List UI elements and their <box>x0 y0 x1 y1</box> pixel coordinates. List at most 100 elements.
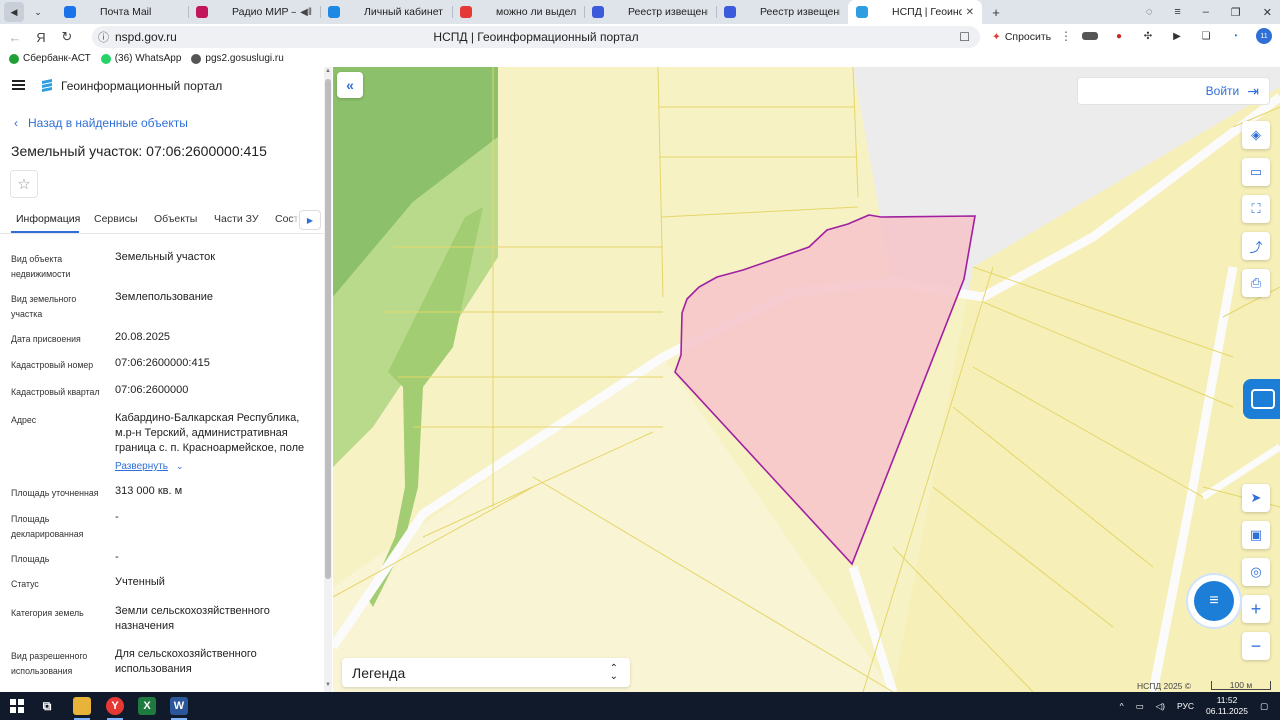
profile-icon[interactable]: ◌ <box>1146 6 1153 18</box>
site-info-icon[interactable]: ⓘ <box>98 29 109 45</box>
tabs-dropdown-icon[interactable]: ⌄ <box>28 2 48 22</box>
ask-icon: ✦ <box>992 31 1001 43</box>
back-arrow-icon[interactable]: ← <box>2 30 28 45</box>
hamburger-menu-icon[interactable] <box>12 80 25 90</box>
browser-tab[interactable]: Реестр извещений <box>716 0 848 24</box>
field-label: Вид объекта недвижимости <box>11 254 71 279</box>
panel-scrollbar[interactable]: ▲ ▼ <box>324 67 332 692</box>
field-label: Площадь декларированная <box>11 514 84 539</box>
scroll-thumb[interactable] <box>325 79 331 579</box>
extension-icon[interactable] <box>1082 32 1098 40</box>
layers-button[interactable]: ◈ <box>1242 121 1270 149</box>
print-button[interactable]: ⎙ <box>1242 269 1270 297</box>
radio-icon <box>196 6 208 18</box>
word-icon[interactable]: W <box>170 697 188 715</box>
browser-tab[interactable]: Почта Mail <box>56 0 188 24</box>
language-indicator[interactable]: РУС <box>1177 701 1194 711</box>
login-button[interactable]: Войти ⇥ <box>1077 77 1270 105</box>
login-icon: ⇥ <box>1247 82 1259 99</box>
tab-media-controls[interactable]: ◀‖ <box>300 7 312 18</box>
notifications-icon[interactable]: ▢ <box>1260 701 1268 712</box>
network-icon[interactable]: ▭ <box>1136 701 1144 712</box>
browser-tab[interactable]: НСПД | Геоинформац ✕ <box>848 0 982 24</box>
ruler-button[interactable]: ▭ <box>1242 158 1270 186</box>
windows-taskbar: ⧉ Y X W ^ ▭ ◁) РУС 11:52 06.11.2025 ▢ <box>0 692 1280 720</box>
bookmark-item[interactable]: (36) WhatsApp <box>100 53 181 64</box>
tab-title: Реестр извещений <box>628 6 708 18</box>
geolocation-button[interactable]: ◎ <box>1242 558 1270 586</box>
ask-button[interactable]: ✦ Спросить <box>986 28 1057 46</box>
search-result-icon <box>460 6 472 18</box>
volume-icon[interactable]: ◁) <box>1156 701 1165 712</box>
bookmark-item[interactable]: Сбербанк-АСТ <box>9 53 91 64</box>
feedback-tab[interactable] <box>1243 379 1280 419</box>
excel-icon[interactable]: X <box>138 697 156 715</box>
close-tab-icon[interactable]: ✕ <box>966 7 974 18</box>
bookmark-item[interactable]: pgs2.gosuslugi.ru <box>191 53 284 64</box>
tab-objects[interactable]: Объекты <box>154 213 197 225</box>
navigate-button[interactable]: ➤ <box>1242 484 1270 512</box>
tab-title: Радио МИР — слуш <box>232 6 296 18</box>
bookmark-favicon-icon <box>100 53 111 64</box>
map-view[interactable]: « Войти ⇥ ◈ ▭ ⛶ ⤴ ⎙ ➤ ▣ ◎ + − ≡ Легенда … <box>333 67 1280 692</box>
field-label: Дата присвоения <box>11 334 81 344</box>
file-explorer-icon[interactable] <box>73 697 91 715</box>
browser-tab[interactable]: Личный кабинет <box>320 0 452 24</box>
tab-services[interactable]: Сервисы <box>94 213 138 225</box>
puzzle-icon[interactable]: ✣ <box>1140 28 1156 44</box>
close-window-button[interactable]: ✕ <box>1263 6 1272 19</box>
zoom-out-button[interactable]: − <box>1242 632 1270 660</box>
expand-collapse-icon: ⌃ ⌄ <box>609 662 618 682</box>
map-canvas[interactable] <box>333 67 1280 692</box>
collapse-panel-button[interactable]: « <box>337 72 363 98</box>
share-button[interactable]: ⤴ <box>1242 232 1270 260</box>
minimap-button[interactable]: ▣ <box>1242 521 1270 549</box>
reload-icon[interactable]: ↻ <box>54 29 80 45</box>
share-icon: ⤴ <box>1249 239 1263 255</box>
bookmark-icon[interactable]: ☐ <box>959 30 970 44</box>
tray-overflow-icon[interactable]: ^ <box>1120 701 1124 711</box>
field-label: Категория земель <box>11 608 84 618</box>
url-field[interactable]: ⓘ nspd.gov.ru НСПД | Геоинформационный п… <box>92 26 980 48</box>
legend-dropdown[interactable]: Легенда ⌃ ⌄ <box>342 658 630 687</box>
tab-parts[interactable]: Части ЗУ <box>214 213 259 225</box>
expand-address-link[interactable]: Развернуть ⌄ <box>115 461 184 472</box>
extension-red-icon[interactable]: ● <box>1111 28 1127 44</box>
browser-tab[interactable]: можно ли выделить доле <box>452 0 584 24</box>
browser-tab[interactable]: Радио МИР — слуш ◀‖ <box>188 0 320 24</box>
clock[interactable]: 11:52 06.11.2025 <box>1206 695 1248 717</box>
tab-title: Почта Mail <box>100 6 152 18</box>
new-tab-button[interactable]: + <box>988 4 1004 20</box>
tab-title: Реестр извещений <box>760 6 840 18</box>
favorite-star-icon[interactable]: ☆ <box>10 170 38 198</box>
navigate-arrow-icon: ➤ <box>1250 490 1262 505</box>
page-title: НСПД | Геоинформационный портал <box>433 30 639 44</box>
browser-tab[interactable]: Реестр извещений <box>584 0 716 24</box>
url-text: nspd.gov.ru <box>115 30 177 44</box>
media-icon[interactable]: ▶ <box>1169 28 1185 44</box>
minimize-button[interactable]: – <box>1203 6 1209 18</box>
zoom-in-button[interactable]: + <box>1242 595 1270 623</box>
portal-title: Геоинформационный портал <box>61 79 223 93</box>
notifications-icon[interactable]: ◔ <box>1227 28 1243 44</box>
yandex-logo-icon[interactable]: Я <box>28 30 54 45</box>
address-bar-row: ← Я ↻ ⓘ nspd.gov.ru НСПД | Геоинформацио… <box>0 24 1280 50</box>
task-view-icon[interactable]: ⧉ <box>38 697 56 715</box>
bookmark-label: Сбербанк-АСТ <box>23 53 91 64</box>
collections-icon[interactable]: ❏ <box>1198 28 1214 44</box>
restore-button[interactable]: ❐ <box>1231 6 1241 19</box>
start-icon[interactable] <box>8 697 26 715</box>
back-to-results-link[interactable]: ‹ Назад в найденные объекты <box>14 116 188 130</box>
audio-icon[interactable]: ◀︎ <box>4 2 24 22</box>
scroll-down-icon[interactable]: ▼ <box>324 682 332 688</box>
chat-button[interactable]: ≡ <box>1188 575 1240 627</box>
more-icon[interactable]: ⋮ <box>1060 29 1072 43</box>
tabs-next-button[interactable]: ▶ <box>299 210 321 230</box>
yandex-browser-icon[interactable]: Y <box>106 697 124 715</box>
clock-time: 11:52 <box>1216 695 1238 705</box>
tab-information[interactable]: Информация <box>16 213 80 225</box>
downloads-icon[interactable]: 11 <box>1256 28 1272 44</box>
scroll-up-icon[interactable]: ▲ <box>324 68 332 74</box>
select-area-button[interactable]: ⛶ <box>1242 195 1270 223</box>
menu-icon[interactable]: ≡ <box>1174 6 1180 18</box>
